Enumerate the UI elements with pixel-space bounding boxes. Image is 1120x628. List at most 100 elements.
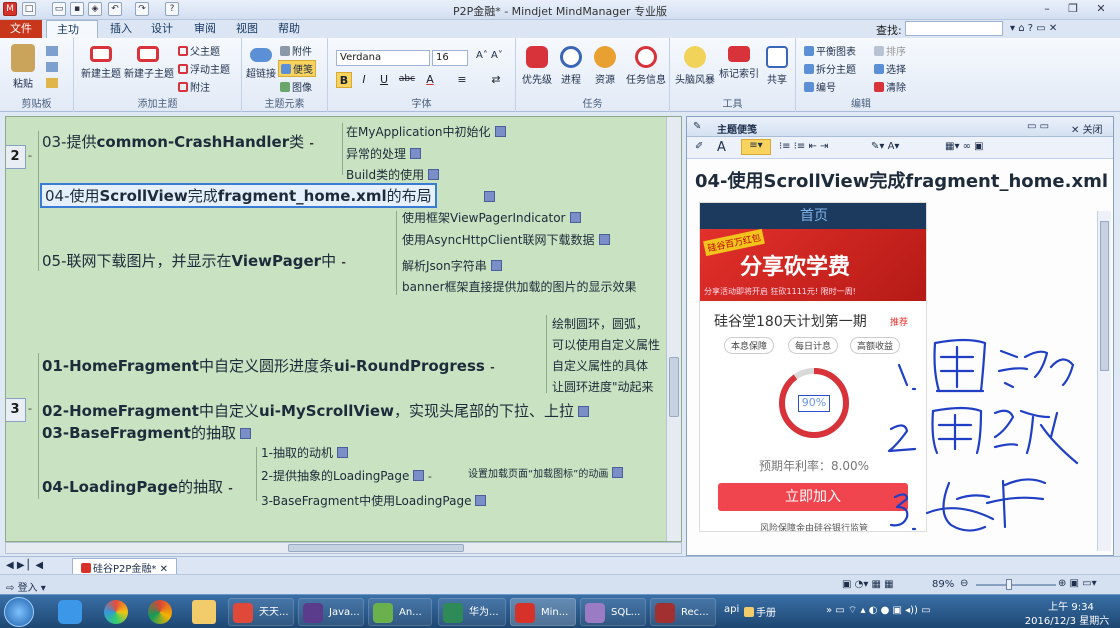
subtopic[interactable]: 异常的处理 bbox=[346, 145, 422, 162]
topic-round-progress[interactable]: 01-HomeFragment中自定义圆形进度条ui-RoundProgress… bbox=[42, 355, 495, 376]
restore-icon[interactable]: ❐ bbox=[1062, 2, 1084, 17]
sort-button[interactable]: 排序 bbox=[874, 43, 906, 58]
subtopic[interactable]: 使用框架ViewPagerIndicator bbox=[402, 209, 581, 226]
taskbar-item[interactable]: Rec... bbox=[650, 598, 716, 626]
tab-insert[interactable]: 插入 bbox=[100, 20, 142, 38]
subtopic[interactable]: 解析Json字符串 bbox=[402, 257, 502, 274]
note-icon[interactable] bbox=[494, 126, 506, 137]
clear-button[interactable]: 清除 bbox=[874, 79, 906, 94]
note-icon[interactable] bbox=[428, 169, 440, 180]
close-icon[interactable]: ✕ bbox=[1090, 2, 1112, 17]
zoom-slider-thumb[interactable] bbox=[1005, 579, 1012, 590]
format-icon[interactable]: ⇄ bbox=[488, 72, 504, 88]
pin-icon[interactable]: ▭ ▭ bbox=[1027, 121, 1049, 132]
topic-my-scrollview[interactable]: 02-HomeFragment中自定义ui-MyScrollView，实现头尾部… bbox=[42, 400, 589, 421]
split-topic-button[interactable]: 拆分主题 bbox=[804, 61, 856, 76]
subtopic[interactable]: banner框架直接提供加载的图片的显示效果 bbox=[402, 278, 637, 295]
progress-button[interactable]: 进程 bbox=[556, 46, 586, 86]
cut-icon[interactable] bbox=[46, 46, 58, 56]
note-icon[interactable] bbox=[612, 467, 624, 478]
tab-file[interactable]: 文件 bbox=[0, 20, 42, 38]
strikethrough-button[interactable]: abc bbox=[396, 72, 418, 88]
tray-icons[interactable]: » ▭ ⌔ ▴ ◐ ● ▣ ◂)) ▭ bbox=[826, 604, 931, 617]
view-icons[interactable]: ▣ ◔▾ ▦ ▦ bbox=[842, 579, 894, 590]
hyperlink-button[interactable]: 超链接 bbox=[244, 48, 278, 80]
clock-date[interactable]: 2016/12/3 星期六 bbox=[1016, 612, 1118, 627]
scroll-thumb[interactable] bbox=[669, 357, 679, 417]
brainstorm-button[interactable]: 头脑风暴 bbox=[674, 46, 716, 86]
note-icon[interactable] bbox=[410, 148, 422, 159]
subtopic[interactable]: 设置加载页面“加载图标”的动画 bbox=[468, 465, 624, 480]
taskbar-item[interactable]: 天天... bbox=[228, 598, 294, 626]
taskbar-item[interactable]: An... bbox=[368, 598, 432, 626]
font-color-icon[interactable]: A bbox=[422, 72, 438, 88]
underline-button[interactable]: U bbox=[376, 72, 392, 88]
document-tab[interactable]: 硅谷P2P金融* ✕ bbox=[72, 558, 178, 575]
new-topic-button[interactable]: 新建主题 bbox=[78, 46, 124, 80]
tab-review[interactable]: 审阅 bbox=[184, 20, 226, 38]
note-icon[interactable] bbox=[490, 260, 502, 271]
subtopic[interactable]: 使用AsyncHttpClient联网下载数据 bbox=[402, 231, 610, 248]
note-icon[interactable] bbox=[475, 495, 487, 506]
tab-nav-icon[interactable]: ◀ ▶ ▏◀ bbox=[6, 560, 43, 571]
subtopic[interactable]: 3-BaseFragment中使用LoadingPage bbox=[261, 492, 487, 509]
floating-topic-button[interactable]: 浮动主题 bbox=[178, 61, 230, 76]
format-painter-icon[interactable] bbox=[46, 78, 58, 88]
subtopic[interactable]: 可以使用自定义属性 bbox=[552, 336, 660, 353]
subtopic[interactable]: 2-提供抽象的LoadingPage - bbox=[261, 467, 432, 484]
subtopic[interactable]: 1-抽取的动机 bbox=[261, 444, 348, 461]
zoom-in-icon[interactable]: ⊕ ▣ ▭▾ bbox=[1058, 578, 1097, 589]
tab-home[interactable]: 主功能 bbox=[46, 20, 98, 53]
numbering-button[interactable]: 编号 bbox=[804, 79, 836, 94]
vertical-scrollbar[interactable] bbox=[666, 117, 681, 541]
align-icon[interactable]: ≡ bbox=[454, 72, 470, 88]
note-icon[interactable] bbox=[598, 234, 610, 245]
tab-design[interactable]: 设计 bbox=[141, 20, 183, 38]
horizontal-scrollbar[interactable] bbox=[5, 542, 682, 554]
subtopic[interactable]: 自定义属性的具体 bbox=[552, 357, 648, 374]
highlight-icon[interactable]: ✎▾ A▾ bbox=[871, 141, 899, 152]
chrome-icon[interactable] bbox=[148, 600, 172, 624]
font-icon[interactable]: A bbox=[717, 140, 726, 155]
callout-button[interactable]: 附注 bbox=[178, 79, 210, 94]
zoom-slider[interactable] bbox=[976, 584, 1056, 586]
note-icon[interactable] bbox=[336, 447, 348, 458]
resource-button[interactable]: 资源 bbox=[590, 46, 620, 86]
taskbar-item-active[interactable]: Min... bbox=[510, 598, 576, 626]
branch-3-label[interactable]: 3 bbox=[6, 398, 26, 422]
font-grow-icon[interactable]: A˄ A˅ bbox=[476, 50, 503, 61]
note-icon[interactable] bbox=[484, 191, 495, 202]
start-button[interactable] bbox=[4, 597, 34, 627]
login-button[interactable]: ⇨ 登入 ▾ bbox=[6, 579, 46, 594]
map-canvas[interactable]: 2 - 3 - 03-提供common-CrashHandler类 - 在MyA… bbox=[5, 116, 682, 542]
subtopic[interactable]: Build类的使用 bbox=[346, 166, 440, 183]
ribbon-options-icon[interactable]: ▾ ⌂ ? ▭ ✕ bbox=[1010, 23, 1057, 34]
select-button[interactable]: 选择 bbox=[874, 61, 906, 76]
balance-map-button[interactable]: 平衡图表 bbox=[804, 43, 856, 58]
priority-button[interactable]: 优先级 bbox=[520, 46, 554, 86]
clock-time[interactable]: 上午 9:34 bbox=[1024, 598, 1118, 613]
collapse-icon[interactable]: - bbox=[228, 482, 233, 495]
paste-button[interactable]: 粘贴 bbox=[8, 44, 38, 90]
subtopic[interactable]: 绘制圆环，圆弧， bbox=[552, 315, 648, 332]
scroll-thumb[interactable] bbox=[1100, 221, 1109, 371]
notes-button[interactable]: 便笺 bbox=[278, 60, 316, 77]
collapse-icon[interactable]: - bbox=[490, 361, 495, 374]
notes-edit-icon[interactable]: ✎ bbox=[693, 121, 701, 132]
topic-viewpager[interactable]: 05-联网下载图片，并显示在ViewPager中 - bbox=[42, 250, 346, 271]
find-input[interactable] bbox=[905, 21, 1003, 36]
subtopic[interactable]: 让圆环进度"动起来 bbox=[552, 378, 654, 395]
note-icon[interactable] bbox=[413, 470, 425, 481]
font-size-select[interactable]: 16 bbox=[432, 50, 468, 66]
tab-help[interactable]: 帮助 bbox=[268, 20, 310, 38]
pen-icon[interactable]: ✐ bbox=[695, 141, 703, 152]
note-icon[interactable] bbox=[569, 212, 581, 223]
topic-crash-handler[interactable]: 03-提供common-CrashHandler类 - bbox=[42, 131, 314, 152]
subtopic[interactable]: 在MyApplication中初始化 bbox=[346, 123, 506, 140]
folder-icon[interactable] bbox=[192, 600, 216, 624]
branch-2-label[interactable]: 2 bbox=[6, 145, 26, 169]
topic-loading-page[interactable]: 04-LoadingPage的抽取 - bbox=[42, 476, 233, 497]
collapse-icon[interactable]: - bbox=[28, 149, 32, 162]
taskbar-item[interactable]: Java... bbox=[298, 598, 364, 626]
task-info-button[interactable]: 任务信息 bbox=[624, 46, 668, 86]
